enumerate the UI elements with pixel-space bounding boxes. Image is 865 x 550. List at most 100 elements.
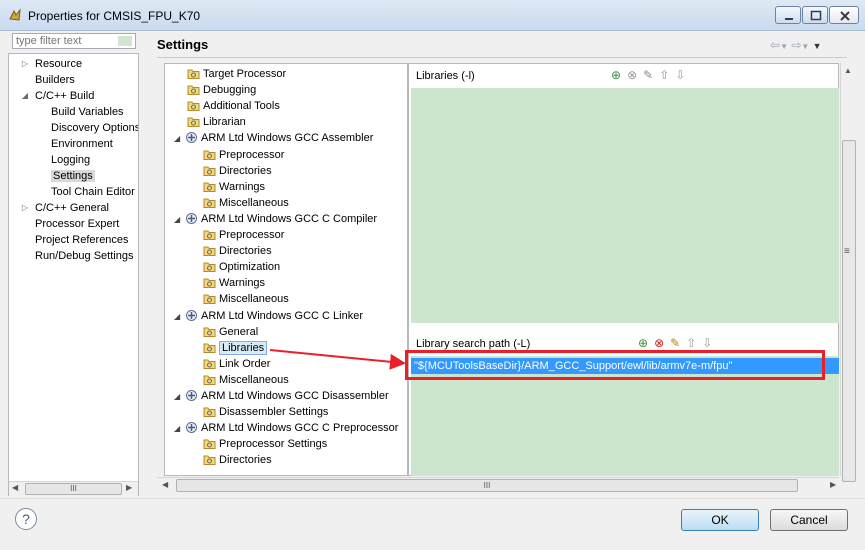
nav-item-label: C/C++ General — [35, 202, 109, 214]
nav-item[interactable]: Build Variables — [51, 104, 124, 120]
tree-item[interactable]: ◢ ARM Ltd Windows GCC C Preprocessor — [174, 420, 398, 436]
nav-scroll-grip: III — [70, 484, 77, 493]
add-icon[interactable]: ⊕ — [611, 68, 627, 82]
nav-item[interactable]: Builders — [35, 72, 75, 88]
nav-item[interactable]: Processor Expert — [35, 216, 119, 232]
tool-settings-tree[interactable]: Target Processor Debugging Additional Tool… — [164, 63, 408, 476]
tree-item[interactable]: Preprocessor Settings — [203, 436, 327, 452]
expanded-arrow-icon[interactable]: ◢ — [174, 212, 185, 228]
collapsed-arrow-icon[interactable]: ▷ — [20, 200, 30, 216]
property-nav-tree[interactable]: ▷ Resource Builders ◢ C/C++ Build Build Varia… — [8, 53, 139, 496]
tree-item[interactable]: Miscellaneous — [203, 195, 289, 211]
view-menu-icon[interactable]: ▼ — [813, 41, 822, 51]
tree-item[interactable]: Librarian — [187, 114, 246, 130]
move-path-down-icon[interactable]: ⇩ — [702, 336, 718, 350]
delete-path-icon[interactable]: ⊗ — [654, 336, 670, 350]
tree-item[interactable]: Warnings — [203, 179, 265, 195]
option-category-icon — [203, 453, 216, 466]
expanded-arrow-icon[interactable]: ◢ — [174, 309, 185, 325]
nav-item[interactable]: Tool Chain Editor — [51, 184, 135, 200]
tree-item[interactable]: Preprocessor — [203, 147, 284, 163]
option-category-icon — [203, 244, 216, 257]
tree-item-label: Warnings — [219, 277, 266, 290]
tree-item[interactable]: Directories — [203, 243, 272, 259]
tree-item[interactable]: Preprocessor — [203, 227, 284, 243]
window-title: Properties for CMSIS_FPU_K70 — [28, 9, 201, 23]
tree-item[interactable]: Disassembler Settings — [203, 404, 328, 420]
help-button[interactable]: ? — [15, 508, 37, 530]
tree-item[interactable]: Libraries — [203, 340, 268, 356]
nav-item[interactable]: Project References — [35, 232, 129, 248]
back-menu-icon[interactable]: ▼ — [780, 42, 788, 51]
nav-item[interactable]: Discovery Options — [51, 120, 138, 136]
option-category-icon — [187, 115, 200, 128]
tree-item[interactable]: ◢ ARM Ltd Windows GCC C Compiler — [174, 211, 377, 227]
scroll-up-icon[interactable]: ▲ — [844, 66, 852, 75]
tree-item[interactable]: Directories — [203, 163, 272, 179]
tree-item-label: Directories — [219, 245, 272, 258]
nav-item-label: Processor Expert — [35, 218, 120, 230]
edit-icon[interactable]: ✎ — [643, 68, 659, 82]
nav-scroll-thumb[interactable]: III — [25, 483, 122, 495]
back-icon[interactable]: ⇦ — [770, 38, 780, 52]
move-path-up-icon[interactable]: ⇧ — [686, 336, 702, 350]
nav-item-label: Builders — [35, 74, 75, 86]
horizontal-scroll-thumb[interactable]: III — [176, 479, 798, 492]
footer-divider — [0, 498, 865, 499]
tree-item-label: General — [219, 325, 259, 338]
search-path-toolbar: ⊕⊗✎⇧⇩ — [638, 336, 718, 350]
scroll-left-icon[interactable]: ◀ — [162, 480, 168, 489]
tree-item[interactable]: Optimization — [203, 259, 280, 275]
option-category-icon — [203, 180, 216, 193]
history-navigation[interactable]: ⇦▼ ⇨▼ ▼ — [770, 38, 822, 52]
move-down-icon[interactable]: ⇩ — [675, 68, 691, 82]
move-up-icon[interactable]: ⇧ — [659, 68, 675, 82]
nav-item[interactable]: ▷ C/C++ General — [22, 200, 109, 216]
scroll-right-icon[interactable]: ▶ — [830, 480, 836, 489]
cancel-button[interactable]: Cancel — [770, 509, 848, 531]
edit-path-icon[interactable]: ✎ — [670, 336, 686, 350]
expanded-arrow-icon[interactable]: ◢ — [174, 131, 185, 147]
tree-item[interactable]: General — [203, 324, 258, 340]
horizontal-scroll-grip: III — [483, 481, 491, 490]
app-icon — [9, 8, 21, 21]
collapsed-arrow-icon[interactable]: ▷ — [20, 56, 30, 72]
libraries-list[interactable] — [411, 88, 839, 323]
tree-item[interactable]: ◢ ARM Ltd Windows GCC C Linker — [174, 308, 363, 324]
nav-item[interactable]: ▷ Resource — [22, 56, 82, 72]
forward-menu-icon[interactable]: ▼ — [801, 42, 809, 51]
tree-item[interactable]: Miscellaneous — [203, 291, 289, 307]
maximize-button[interactable] — [802, 6, 828, 24]
tree-item[interactable]: ◢ ARM Ltd Windows GCC Assembler — [174, 130, 373, 146]
nav-scroll-left-icon[interactable]: ◀ — [12, 483, 18, 492]
expanded-arrow-icon[interactable]: ◢ — [174, 421, 185, 437]
nav-item[interactable]: Run/Debug Settings — [35, 248, 133, 264]
nav-item[interactable]: Settings — [51, 168, 95, 184]
tree-item[interactable]: Directories — [203, 452, 272, 468]
nav-item[interactable]: ◢ C/C++ Build — [22, 88, 95, 104]
filter-clear-icon[interactable] — [118, 36, 132, 46]
ok-button[interactable]: OK — [681, 509, 759, 531]
forward-icon[interactable]: ⇨ — [791, 38, 801, 52]
nav-scroll-right-icon[interactable]: ▶ — [126, 483, 132, 492]
tree-item[interactable]: Warnings — [203, 275, 265, 291]
option-category-icon — [203, 437, 216, 450]
delete-icon[interactable]: ⊗ — [627, 68, 643, 82]
minimize-button[interactable] — [775, 6, 801, 24]
libraries-title: Libraries (-l) — [416, 70, 475, 82]
nav-item[interactable]: Environment — [51, 136, 113, 152]
tree-item[interactable]: Target Processor — [187, 66, 286, 82]
expanded-arrow-icon[interactable]: ◢ — [174, 389, 185, 405]
tree-item[interactable]: Additional Tools — [187, 98, 280, 114]
close-button[interactable] — [829, 6, 859, 24]
tree-item-label: Disassembler Settings — [219, 406, 329, 419]
library-search-path-title: Library search path (-L) — [416, 338, 531, 350]
tree-item[interactable]: ◢ ARM Ltd Windows GCC Disassembler — [174, 388, 389, 404]
add-path-icon[interactable]: ⊕ — [638, 336, 654, 350]
nav-item-label: C/C++ Build — [35, 90, 95, 102]
expanded-arrow-icon[interactable]: ◢ — [20, 88, 30, 104]
close-icon — [840, 11, 850, 21]
vertical-scroll-thumb[interactable] — [842, 140, 856, 482]
tree-item[interactable]: Debugging — [187, 82, 256, 98]
nav-item[interactable]: Logging — [51, 152, 90, 168]
